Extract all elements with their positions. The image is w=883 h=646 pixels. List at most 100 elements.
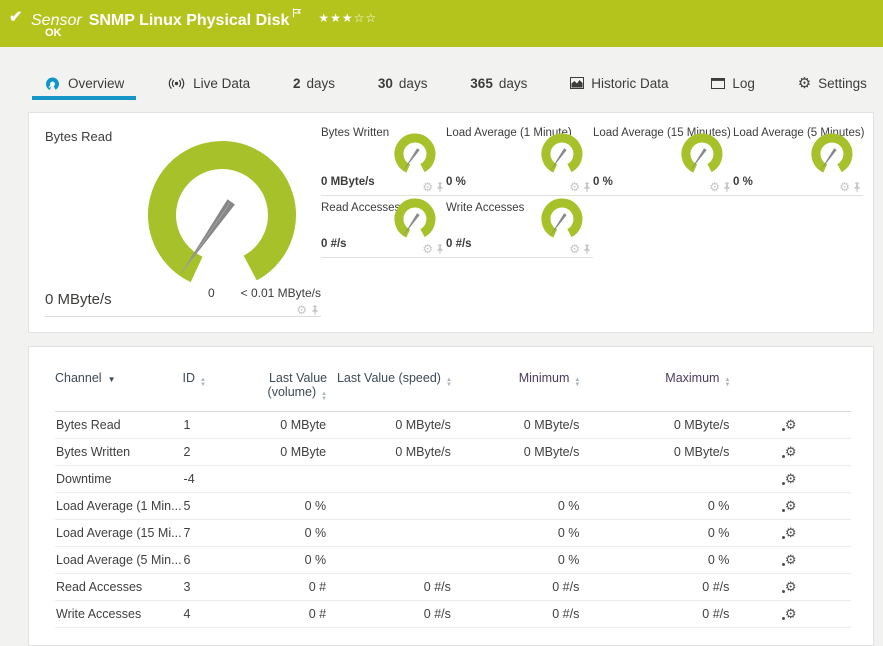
sensor-name: SNMP Linux Physical Disk [88,12,290,29]
gauge-dial [390,197,440,243]
channel-table-panel: Channel ▼ ID ▲ ▼ Last Value (volume) ▲ ▼ Last… [28,346,874,646]
header-label: (volume) [267,385,317,399]
column-header-last-value-speed[interactable]: Last Value (speed) ▲ ▼ [327,371,452,412]
tab-label: Live Data [193,75,251,91]
last-value-volume: 0 % [237,546,328,574]
minimum-value: 0 % [451,546,581,574]
sort-icon: ▲ ▼ [321,391,328,402]
pin-icon[interactable] [853,182,861,193]
tab-label: Overview [68,75,125,91]
channel-name: Write Accesses [55,600,183,628]
tab-365-days[interactable]: 365 days [458,70,539,100]
gear-icon: ⚙ [797,74,812,92]
tab-number: 2 [293,75,301,91]
pin-icon[interactable] [311,305,319,316]
tab-overview[interactable]: Overview [32,70,137,100]
priority-stars[interactable]: ★★★☆☆ [318,11,377,25]
table-row-bytes-read: Bytes Read 1 0 MByte 0 MByte/s 0 MByte/s… [55,411,851,439]
channel-id: -4 [182,465,238,493]
gauges-panel: Bytes Read 0 MByte/s 0 < 0.01 MByte/s ⚙ … [28,112,874,333]
gauge-tile-load-average-1min: Load Average (1 Minute) 0 % ⚙ [446,121,593,196]
gear-icon[interactable]: ⚙ [296,304,307,316]
tab-30-days[interactable]: 30 days [366,70,440,100]
gauge-tile-bytes-written: Bytes Written 0 MByte/s ⚙ [321,121,446,196]
gear-icon[interactable]: ⚙ [569,181,580,193]
channel-id: 2 [182,438,238,466]
pin-icon[interactable] [436,182,444,193]
last-value-speed [327,546,452,574]
maximum-value: 0 MByte/s [580,438,731,466]
gauge-tile-load-average-5min: Load Average (5 Minutes) 0 % ⚙ [733,121,864,196]
pin-icon[interactable] [583,244,591,255]
last-value-volume: 0 # [237,573,328,601]
channel-id: 7 [182,519,238,547]
pin-icon[interactable] [583,182,591,193]
tab-label: Settings [818,75,867,91]
gear-icon[interactable]: ⚙ [569,243,580,255]
last-value-volume: 0 MByte [237,411,328,439]
header-label: Channel [55,371,102,385]
maximum-value: 0 MByte/s [580,411,731,439]
channel-settings-icon[interactable]: ⚙ [781,472,797,485]
channel-settings-icon[interactable]: ⚙ [781,553,797,566]
maximum-value: 0 % [580,492,731,520]
channel-name: Bytes Written [55,438,183,466]
gear-icon[interactable]: ⚙ [709,181,720,193]
channel-settings-icon[interactable]: ⚙ [781,526,797,539]
channel-settings-icon[interactable]: ⚙ [781,445,797,458]
tab-label: Log [732,75,755,91]
last-value-speed: 0 MByte/s [327,438,452,466]
table-row-load-average-15min: Load Average (15 Mi... 7 0 % 0 % 0 % ⚙ [55,519,851,547]
gauge-current-value: 0 #/s [446,238,472,250]
gear-icon[interactable]: ⚙ [839,181,850,193]
mini-gauge-grid: Bytes Written 0 MByte/s ⚙ Load Average (… [321,121,864,258]
channel-settings-icon[interactable]: ⚙ [781,499,797,512]
channel-id: 5 [182,492,238,520]
sort-desc-icon: ▼ [107,375,116,384]
gear-icon[interactable]: ⚙ [422,243,433,255]
pin-icon[interactable] [723,182,731,193]
gauge-icon [46,77,59,90]
tab-number: 365 [470,75,493,91]
tab-live-data[interactable]: Live Data [155,70,262,100]
pin-icon[interactable] [436,244,444,255]
gauge-dial [677,132,727,178]
tab-label: days [498,75,528,91]
tab-2-days[interactable]: 2 days [281,70,347,100]
channel-name: Bytes Read [55,411,183,439]
channel-name: Load Average (5 Min... [55,546,183,574]
gauge-current-value: 0 % [446,176,466,188]
column-header-id[interactable]: ID ▲ ▼ [182,371,238,412]
tab-settings[interactable]: ⚙ Settings [786,70,879,100]
minimum-value: 0 MByte/s [451,411,581,439]
tab-historic-data[interactable]: Historic Data [558,70,680,100]
last-value-speed: 0 #/s [327,573,452,601]
gauge-dial [537,132,587,178]
gauge-current-value: 0 % [733,176,753,188]
channel-settings-icon[interactable]: ⚙ [781,418,797,431]
column-header-channel[interactable]: Channel ▼ [55,371,183,412]
column-header-minimum[interactable]: Minimum ▲ ▼ [451,371,581,412]
channel-id: 6 [182,546,238,574]
column-header-maximum[interactable]: Maximum ▲ ▼ [580,371,731,412]
channel-name: Read Accesses [55,573,183,601]
gear-icon[interactable]: ⚙ [422,181,433,193]
channel-name: Load Average (15 Mi... [55,519,183,547]
gauge-current-value: 0 #/s [321,238,347,250]
maximum-value: 0 #/s [580,600,731,628]
minimum-value: 0 % [451,492,581,520]
minimum-value: 0 MByte/s [451,438,581,466]
status-ok-check-icon: ✔ [9,9,23,26]
header-label: Last Value (speed) [336,371,441,385]
status-badge: OK [45,27,62,39]
channel-settings-icon[interactable]: ⚙ [781,580,797,593]
channel-settings-icon[interactable]: ⚙ [781,607,797,620]
sort-icon: ▲ ▼ [445,377,452,388]
tab-log[interactable]: Log [699,70,767,100]
channel-table: Channel ▼ ID ▲ ▼ Last Value (volume) ▲ ▼ Last… [55,371,851,628]
tab-label: days [306,75,336,91]
column-header-last-value-volume[interactable]: Last Value (volume) ▲ ▼ [237,371,328,412]
gauge-dial [807,132,857,178]
header-label: Maximum [665,371,720,385]
header-label: Last Value [268,371,328,385]
